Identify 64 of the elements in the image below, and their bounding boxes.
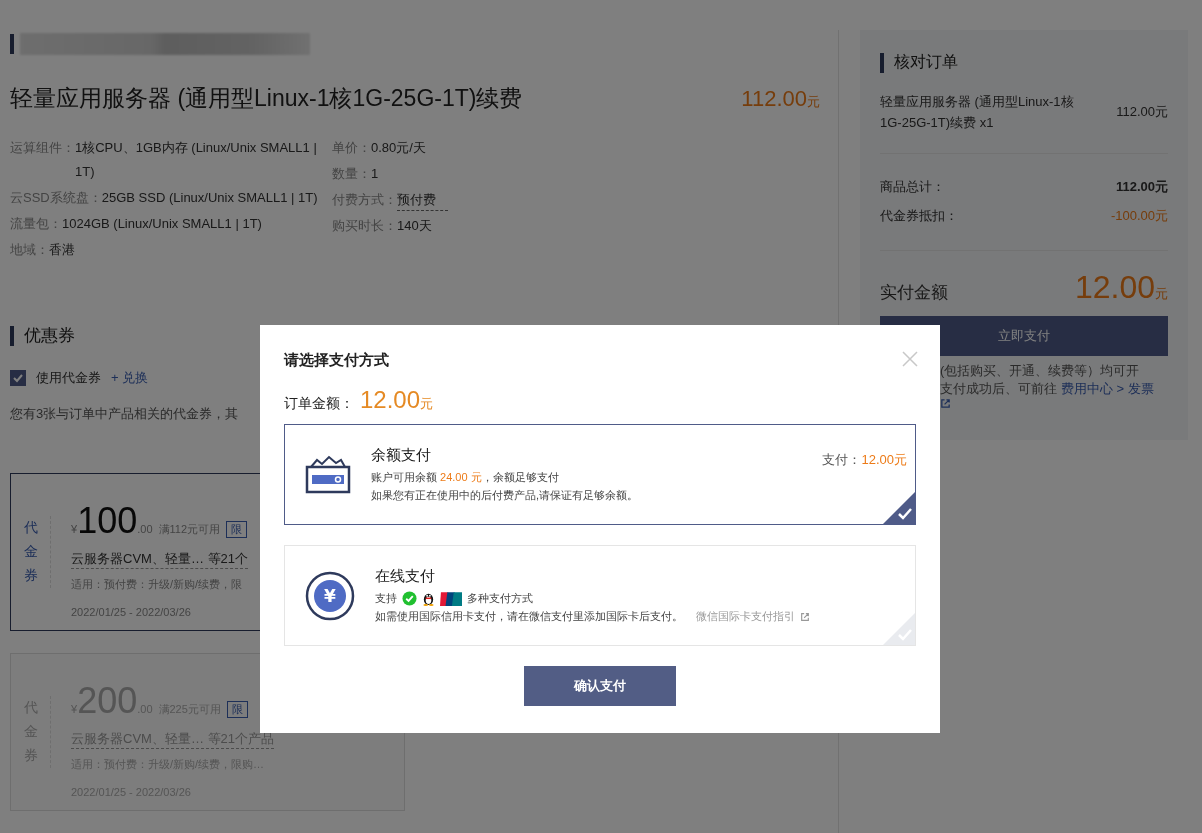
accent-bar	[880, 52, 884, 73]
checkbox-label: 使用代金券	[36, 369, 101, 387]
coupon-type: 代金券	[11, 516, 51, 588]
section-title: 核对订单	[894, 52, 958, 72]
pay-label: 支付：	[822, 452, 862, 467]
coupon-note: 您有3张与订单中产品相关的代金券，其	[10, 405, 239, 423]
support-label: 支持	[375, 591, 397, 606]
payment-method-card[interactable]: ¥ 在线支付 支持 多种支付方式 如需使用国际信用卡支付，请在微信支付里添加国际卡后支付。 微信国际卡支付指引	[284, 545, 916, 646]
dialog-title: 请选择支付方式	[284, 351, 389, 370]
discount-value: -100.00元	[1110, 207, 1168, 225]
coupon-tag: 限	[226, 521, 248, 538]
spec-label: 单价：	[332, 139, 371, 157]
wallet-icon	[305, 454, 351, 495]
spec-value: 25GB SSD (Linux/Unix SMALL1 | 1T)	[101, 189, 319, 207]
spec-value: 预付费	[397, 190, 448, 211]
subtotal-label: 商品总计：	[880, 178, 945, 196]
external-link-icon[interactable]	[800, 611, 810, 622]
coupon-amount: ¥100.00	[71, 500, 153, 542]
discount-label: 代金券抵扣：	[880, 207, 958, 225]
coupon-tag: 限	[226, 701, 248, 718]
yen-coin-icon: ¥	[305, 570, 355, 621]
billing-center-link[interactable]: 费用中心 > 发票	[1061, 380, 1154, 398]
confirm-payment-button[interactable]: 确认支付	[524, 666, 676, 706]
spec-label: 云SSD系统盘：	[10, 189, 102, 207]
coupon-validity: 2022/01/25 - 2022/03/26	[71, 606, 192, 618]
check-circle-icon	[402, 591, 417, 606]
exchange-link[interactable]: + 兑换	[111, 369, 149, 387]
product-price: 112.00元	[741, 86, 820, 112]
penguin-icon	[422, 591, 435, 606]
invoice-note: (包括购买、开通、续费等）均可开	[940, 362, 1141, 380]
subtotal-value: 112.00元	[1115, 178, 1168, 196]
spec-label: 地域：	[10, 241, 49, 259]
external-link-icon[interactable]	[940, 398, 951, 409]
order-item-name: 轻量应用服务器 (通用型Linux-1核1G-25G-1T)续费 x1	[880, 93, 1075, 132]
total-label: 实付金额	[880, 282, 948, 304]
order-amount-label: 订单金额：	[284, 395, 354, 413]
order-item-price: 112.00元	[1116, 103, 1168, 121]
spec-value: 香港	[49, 241, 76, 259]
pay-amount: 12.00元	[861, 452, 907, 467]
invoice-note: 支付成功后、可前往	[940, 380, 1057, 398]
support-note: 多种支付方式	[467, 591, 533, 606]
total-amount: 12.00元	[1074, 269, 1168, 306]
card-guide-link[interactable]: 微信国际卡支付指引	[696, 609, 795, 624]
close-icon[interactable]	[902, 351, 918, 367]
spec-value: 0.80元/天	[371, 139, 427, 157]
method-name: 余额支付	[371, 446, 431, 465]
spec-value: 140天	[397, 217, 433, 235]
spec-label: 运算组件：	[10, 139, 75, 157]
order-amount: 12.00元	[360, 386, 434, 414]
spec-value: 1	[371, 165, 380, 183]
spec-value: 1核CPU、1GB内存 (Linux/Unix SMALL1 | 1T)	[75, 139, 318, 181]
payment-method-card[interactable]: 余额支付 账户可用余额 24.00 元，余额足够支付 如果您有正在使用中的后付费产品,请保证有足够余额。 支付：12.00元	[284, 424, 916, 525]
section-title: 优惠券	[24, 325, 75, 347]
spec-label: 数量：	[332, 165, 371, 183]
check-corner-icon	[883, 492, 915, 524]
accent-bar	[10, 325, 14, 346]
product-title: 轻量应用服务器 (通用型Linux-1核1G-25G-1T)续费	[10, 84, 523, 113]
bank-card-icon	[440, 591, 462, 606]
spec-value: 1024GB (Linux/Unix SMALL1 | 1T)	[62, 215, 263, 233]
accent-bar	[10, 34, 14, 54]
coupon-products: 云服务器CVM、轻量… 等21个	[71, 550, 248, 569]
check-corner-icon	[883, 613, 915, 645]
spec-label: 购买时长：	[332, 217, 397, 235]
voucher-checkbox[interactable]	[10, 370, 26, 386]
